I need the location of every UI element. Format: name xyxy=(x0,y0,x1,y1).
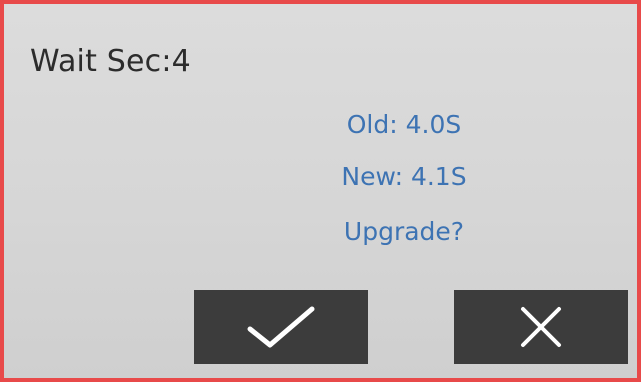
old-version-text: Old: 4.0S xyxy=(346,110,462,139)
wait-seconds-label: Wait Sec:4 xyxy=(30,44,191,79)
new-version-text: New: 4.1S xyxy=(341,162,467,191)
cancel-button[interactable] xyxy=(454,290,628,364)
check-icon xyxy=(247,306,315,348)
confirm-button[interactable] xyxy=(194,290,368,364)
close-icon xyxy=(521,307,561,347)
upgrade-question: Upgrade? xyxy=(343,217,465,246)
upgrade-dialog-screen: Wait Sec:4 Old: 4.0S New: 4.1S Upgrade? xyxy=(0,0,641,382)
